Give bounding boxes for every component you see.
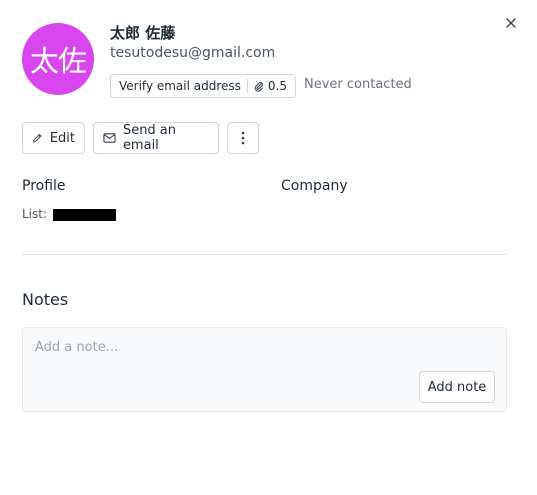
vertical-dots-icon — [241, 131, 245, 145]
add-note-button[interactable]: Add note — [419, 371, 495, 403]
list-value-redacted — [53, 209, 116, 221]
send-email-button[interactable]: Send an email — [93, 122, 219, 154]
pencil-icon — [33, 133, 42, 143]
verify-email-button[interactable]: Verify email address — [111, 79, 247, 93]
notes-heading: Notes — [22, 290, 69, 309]
envelope-icon — [103, 133, 116, 143]
profile-heading: Profile — [22, 178, 66, 194]
notes-editor: Add a note... Add note — [22, 327, 507, 412]
section-divider — [22, 254, 507, 255]
send-email-label: Send an email — [122, 123, 177, 153]
avatar-initials: 太佐 — [29, 44, 87, 78]
more-actions-button[interactable] — [227, 122, 259, 154]
paperclip-icon — [254, 81, 263, 92]
edit-label: Edit — [49, 130, 75, 146]
company-heading: Company — [281, 178, 348, 194]
contact-status: Never contacted — [304, 77, 412, 92]
close-button[interactable] — [502, 14, 520, 32]
credits-value: 0.5 — [267, 79, 288, 93]
edit-button[interactable]: Edit — [22, 122, 85, 154]
avatar: 太佐 — [22, 23, 94, 95]
close-icon — [506, 18, 516, 28]
verify-email-pill: Verify email address 0.5 — [110, 74, 297, 98]
contact-panel: 太佐 太郎 佐藤 tesutodesu@gmail.com Verify ema… — [0, 0, 537, 495]
contact-email: tesutodesu@gmail.com — [110, 45, 276, 61]
list-label: List: — [22, 207, 48, 221]
contact-name: 太郎 佐藤 — [110, 24, 176, 42]
note-input[interactable]: Add a note... — [35, 340, 118, 355]
verify-credits: 0.5 — [248, 79, 295, 93]
